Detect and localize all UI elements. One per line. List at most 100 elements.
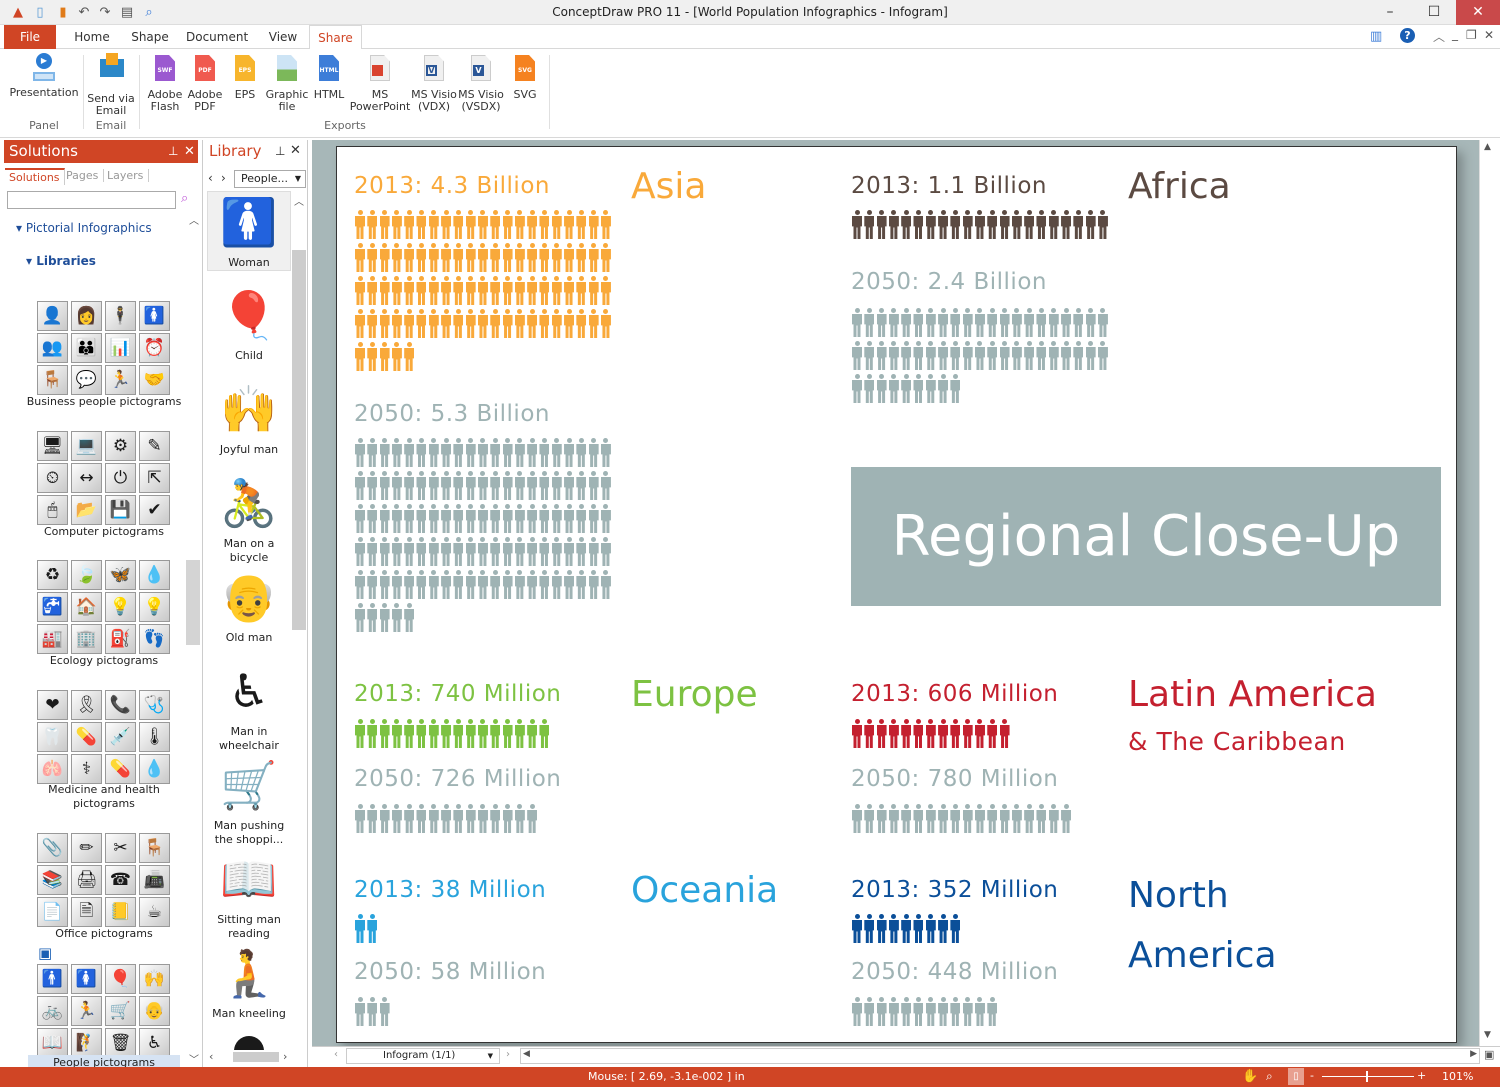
library-label-selected[interactable]: People pictograms: [28, 1055, 180, 1067]
library-item-man-in-wheelchair[interactable]: ♿ Man in wheelchair: [207, 661, 291, 753]
pictogram-thumbnail-icon[interactable]: 📚: [37, 865, 68, 895]
graphic-file-button[interactable]: Graphic file: [264, 53, 310, 113]
next-library-icon[interactable]: ›: [221, 171, 226, 185]
pictogram-thumbnail-icon[interactable]: 👩: [71, 301, 102, 331]
solutions-search-input[interactable]: [7, 191, 176, 209]
pictogram-thumbnail-icon[interactable]: 💬: [71, 365, 102, 395]
svg-button[interactable]: SVG SVG: [506, 53, 544, 101]
scroll-up-icon[interactable]: ︿: [294, 193, 304, 208]
minimize-button[interactable]: –: [1368, 0, 1412, 25]
tree-item-pictorial-infographics[interactable]: ▾ Pictorial Infographics: [16, 221, 152, 235]
library-scrollbar-thumb[interactable]: [292, 250, 306, 630]
close-panel-icon[interactable]: ✕: [290, 143, 301, 158]
tab-home[interactable]: Home: [70, 25, 114, 49]
library-item-old-man[interactable]: 👴 Old man: [207, 567, 291, 645]
pictogram-thumbnail-icon[interactable]: ⛽: [105, 624, 136, 654]
scroll-down-icon[interactable]: ▼: [1484, 1030, 1491, 1040]
adobe-pdf-button[interactable]: PDF Adobe PDF: [185, 53, 225, 113]
library-item-joyful-man[interactable]: 🙌 Joyful man: [207, 379, 291, 457]
page-tab-dropdown[interactable]: Infogram (1/1) ▼: [346, 1048, 500, 1064]
pictogram-thumbnail-icon[interactable]: ⏰: [139, 333, 170, 363]
pictogram-thumbnail-icon[interactable]: 🚺: [139, 301, 170, 331]
library-thumb-people[interactable]: 🚹 🚺 🎈 🙌 🚲 🏃 🛒 👴 📖 🧗 🗑 ♿: [37, 964, 173, 1058]
zoom-in-icon[interactable]: +: [1417, 1069, 1426, 1082]
eps-button[interactable]: EPS EPS: [227, 53, 263, 101]
pictogram-thumbnail-icon[interactable]: ✏: [71, 833, 102, 863]
pictogram-thumbnail-icon[interactable]: 🕴: [105, 301, 136, 331]
pictogram-thumbnail-icon[interactable]: 💾: [105, 495, 136, 525]
pictogram-thumbnail-icon[interactable]: 💊: [71, 722, 102, 752]
pictogram-thumbnail-icon[interactable]: ☎: [105, 865, 136, 895]
library-item-partial[interactable]: [207, 1030, 291, 1050]
tab-view[interactable]: View: [264, 25, 302, 49]
pictogram-thumbnail-icon[interactable]: ✂: [105, 833, 136, 863]
pictogram-thumbnail-icon[interactable]: ☕: [139, 897, 170, 927]
pictogram-thumbnail-icon[interactable]: ❤: [37, 690, 68, 720]
save-library-icon[interactable]: ▣: [38, 944, 52, 962]
pictogram-thumbnail-icon[interactable]: 🩺: [139, 690, 170, 720]
collapse-ribbon-icon[interactable]: ︿: [1433, 28, 1445, 45]
pictogram-thumbnail-icon[interactable]: 📖: [37, 1028, 68, 1058]
pictogram-thumbnail-icon[interactable]: 💧: [139, 560, 170, 590]
zoom-slider[interactable]: [1322, 1076, 1414, 1077]
library-thumb-ecology[interactable]: ♻ 🍃 🦋 💧 🚰 🏠 💡 💡 🏭 🏢 ⛽ 👣: [37, 560, 173, 654]
pictogram-thumbnail-icon[interactable]: 💧: [139, 754, 170, 784]
pictogram-thumbnail-icon[interactable]: ✎: [139, 431, 170, 461]
pictogram-thumbnail-icon[interactable]: 🚰: [37, 592, 68, 622]
pictogram-thumbnail-icon[interactable]: 🛒: [105, 996, 136, 1026]
pictogram-thumbnail-icon[interactable]: 📒: [105, 897, 136, 927]
library-thumb-medicine[interactable]: ❤ 🎗 📞 🩺 🦷 💊 💉 🌡 🫁 ⚕ 💊 💧: [37, 690, 173, 784]
pictogram-thumbnail-icon[interactable]: ✔: [139, 495, 170, 525]
pictogram-thumbnail-icon[interactable]: 🌡: [139, 722, 170, 752]
pictogram-thumbnail-icon[interactable]: 🖨: [71, 865, 102, 895]
pictogram-thumbnail-icon[interactable]: 🙌: [139, 964, 170, 994]
library-dropdown[interactable]: People... ▼: [234, 170, 306, 188]
pictogram-thumbnail-icon[interactable]: 🪑: [139, 833, 170, 863]
library-hscroll[interactable]: ‹ ›: [205, 1050, 305, 1064]
pan-hand-icon[interactable]: ✋: [1242, 1069, 1258, 1084]
pictogram-thumbnail-icon[interactable]: ↔: [71, 463, 102, 493]
pictogram-thumbnail-icon[interactable]: 🦋: [105, 560, 136, 590]
pictogram-thumbnail-icon[interactable]: 💡: [105, 592, 136, 622]
pictogram-thumbnail-icon[interactable]: 🤝: [139, 365, 170, 395]
tab-share[interactable]: Share: [309, 25, 362, 50]
library-label[interactable]: Office pictograms: [10, 927, 198, 941]
send-via-email-button[interactable]: Send via Email: [86, 53, 136, 117]
close-button[interactable]: ✕: [1456, 0, 1500, 25]
library-label[interactable]: Medicine and health pictograms: [40, 783, 168, 811]
scroll-up-icon[interactable]: ▲: [1484, 142, 1491, 152]
help-icon[interactable]: ?: [1400, 28, 1415, 43]
pictogram-thumbnail-icon[interactable]: 🗎: [71, 897, 102, 927]
pictogram-thumbnail-icon[interactable]: ♻: [37, 560, 68, 590]
pictogram-thumbnail-icon[interactable]: 📎: [37, 833, 68, 863]
tab-document[interactable]: Document: [186, 25, 248, 49]
pictogram-thumbnail-icon[interactable]: 🗑: [105, 1028, 136, 1058]
pictogram-thumbnail-icon[interactable]: 🚺: [71, 964, 102, 994]
pictogram-thumbnail-icon[interactable]: 🏭: [37, 624, 68, 654]
pictogram-thumbnail-icon[interactable]: ⏻: [105, 463, 136, 493]
library-label[interactable]: Computer pictograms: [10, 525, 198, 539]
pictogram-thumbnail-icon[interactable]: 💡: [139, 592, 170, 622]
tree-item-libraries[interactable]: ▾ Libraries: [26, 254, 96, 268]
zoom-fit-icon[interactable]: ▯: [1288, 1068, 1304, 1085]
html-button[interactable]: HTML HTML: [310, 53, 348, 101]
vertical-scrollbar[interactable]: ▲ ▼: [1479, 140, 1497, 1046]
pictogram-thumbnail-icon[interactable]: ⏲: [37, 463, 68, 493]
scroll-up-icon[interactable]: ︿: [189, 212, 199, 227]
fit-page-icon[interactable]: ▣: [1484, 1048, 1494, 1061]
tab-shape[interactable]: Shape: [128, 25, 172, 49]
solutions-scrollbar-thumb[interactable]: [186, 560, 200, 645]
library-item-man-pushing-the-shoppi[interactable]: 🛒 Man pushing the shoppi...: [207, 755, 291, 847]
prev-page-icon[interactable]: ‹: [334, 1049, 338, 1060]
pictogram-thumbnail-icon[interactable]: 🚹: [37, 964, 68, 994]
pictogram-thumbnail-icon[interactable]: 🖥: [37, 431, 68, 461]
pin-icon[interactable]: ⊥: [168, 140, 178, 163]
pictogram-thumbnail-icon[interactable]: 👥: [37, 333, 68, 363]
pictogram-thumbnail-icon[interactable]: 🏢: [71, 624, 102, 654]
pictogram-thumbnail-icon[interactable]: 🪑: [37, 365, 68, 395]
pictogram-thumbnail-icon[interactable]: 🦷: [37, 722, 68, 752]
library-thumb-business-people[interactable]: 👤 👩 🕴 🚺 👥 👪 📊 ⏰ 🪑 💬 🏃 🤝: [37, 301, 173, 395]
ms-visio-vsdx-button[interactable]: V MS Visio (VSDX): [458, 53, 504, 113]
pictogram-thumbnail-icon[interactable]: 👴: [139, 996, 170, 1026]
zoom-area-icon[interactable]: ⌕: [1266, 1069, 1273, 1084]
